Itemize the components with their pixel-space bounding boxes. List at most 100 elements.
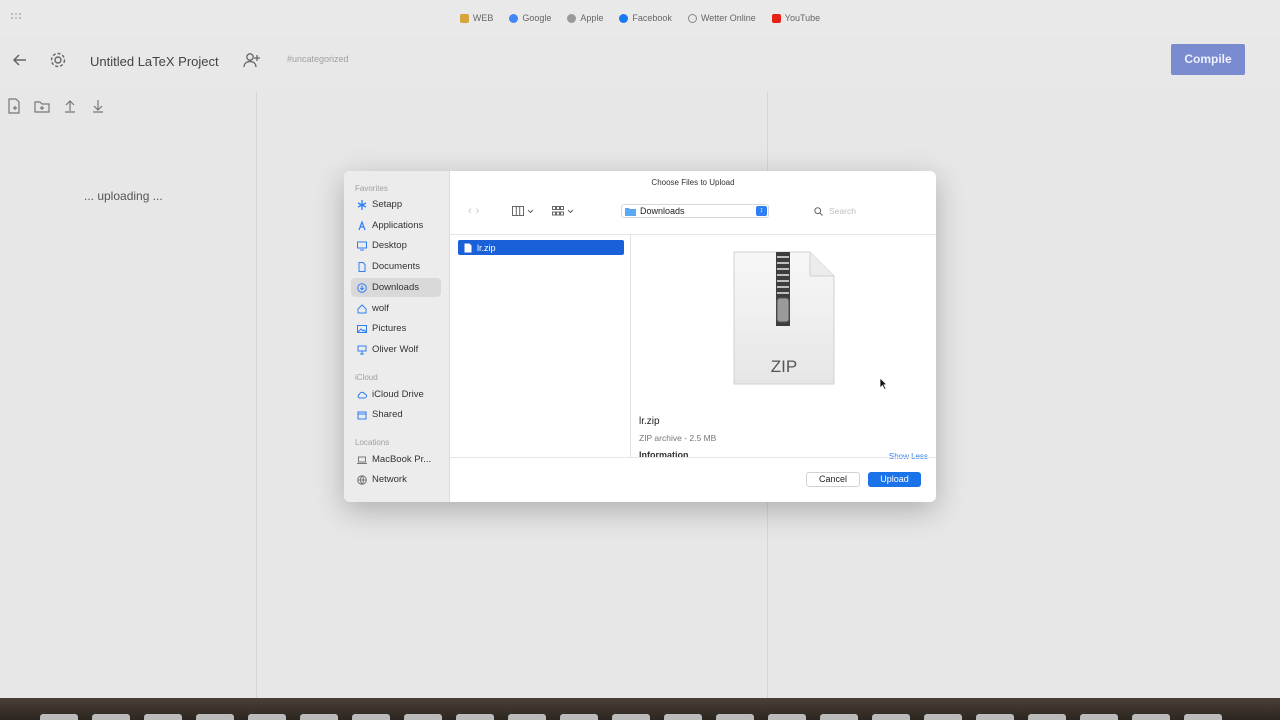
project-tag[interactable]: #uncategorized	[287, 54, 349, 64]
dock-item[interactable]	[352, 714, 390, 720]
facebook-icon	[619, 13, 629, 23]
dock-item[interactable]	[404, 714, 442, 720]
dock	[40, 714, 1240, 720]
dock-item[interactable]	[1184, 714, 1222, 720]
bookmark-web[interactable]: WEB	[459, 13, 493, 23]
upload-icon[interactable]	[61, 97, 79, 115]
dock-item[interactable]	[1132, 714, 1170, 720]
history-nav: ‹ ›	[468, 205, 479, 217]
sidebar-item-applications[interactable]: Applications	[351, 216, 441, 235]
shared-icon	[357, 411, 367, 419]
sidebar-item-downloads[interactable]: Downloads	[351, 278, 441, 297]
file-toolbar	[5, 97, 107, 115]
apps-grid-icon[interactable]	[11, 13, 21, 23]
dock-item[interactable]	[40, 714, 78, 720]
search-placeholder: Search	[829, 206, 856, 216]
sidebar-item-icloud-drive[interactable]: iCloud Drive	[351, 385, 441, 404]
dock-item[interactable]	[456, 714, 494, 720]
dock-item[interactable]	[196, 714, 234, 720]
dock-item[interactable]	[976, 714, 1014, 720]
bookmark-youtube[interactable]: YouTube	[771, 13, 820, 23]
pane-divider[interactable]	[256, 92, 257, 698]
compile-button[interactable]: Compile	[1171, 44, 1245, 75]
new-folder-icon[interactable]	[33, 97, 51, 115]
upload-status: ... uploading ...	[84, 189, 163, 203]
dock-item[interactable]	[820, 714, 858, 720]
documents-icon	[358, 261, 366, 272]
dock-item[interactable]	[1080, 714, 1118, 720]
back-chevron-icon[interactable]: ‹	[468, 205, 472, 217]
columns-icon	[512, 206, 524, 216]
pictures-icon	[357, 324, 367, 333]
file-preview: ZIP lr.zip ZIP archive - 2.5 MB Informat…	[632, 235, 936, 461]
gear-icon[interactable]	[48, 50, 68, 70]
download-icon[interactable]	[89, 97, 107, 115]
project-title[interactable]: Untitled LaTeX Project	[90, 54, 219, 69]
apple-icon	[567, 13, 577, 23]
laptop-icon	[357, 456, 367, 464]
location-value: Downloads	[640, 206, 685, 216]
dock-item[interactable]	[768, 714, 806, 720]
chevron-down-icon	[567, 209, 574, 213]
dock-item[interactable]	[872, 714, 910, 720]
icon-view-button[interactable]	[552, 204, 574, 218]
dock-item[interactable]	[716, 714, 754, 720]
bookmark-facebook[interactable]: Facebook	[619, 13, 672, 23]
dock-item[interactable]	[248, 714, 286, 720]
sidebar-item-setapp[interactable]: Setapp	[351, 195, 441, 214]
dock-item[interactable]	[300, 714, 338, 720]
zip-badge-label: ZIP	[770, 357, 798, 376]
sidebar-item-wolf[interactable]: wolf	[351, 299, 441, 318]
cancel-button[interactable]: Cancel	[806, 472, 860, 487]
dock-item[interactable]	[560, 714, 598, 720]
sidebar-item-shared[interactable]: Shared	[351, 405, 441, 424]
dock-item[interactable]	[144, 714, 182, 720]
bookmark-wetter-online[interactable]: Wetter Online	[687, 13, 756, 23]
dock-item[interactable]	[664, 714, 702, 720]
column-view-button[interactable]	[512, 204, 534, 218]
dock-item[interactable]	[508, 714, 546, 720]
sidebar-item-documents[interactable]: Documents	[351, 257, 441, 276]
back-arrow-icon[interactable]	[10, 50, 30, 70]
footer-divider	[450, 457, 936, 458]
upload-button[interactable]: Upload	[868, 472, 921, 487]
web-icon	[459, 13, 469, 23]
location-select[interactable]: Downloads ↕	[621, 204, 769, 218]
youtube-icon	[771, 13, 781, 23]
dock-item[interactable]	[924, 714, 962, 720]
folder-icon	[625, 207, 636, 216]
weather-icon	[687, 13, 697, 23]
dock-item[interactable]	[1028, 714, 1066, 720]
dialog-sidebar: Favorites Setapp Applications Desktop Do…	[344, 171, 450, 502]
search-icon	[814, 206, 823, 216]
icloud-heading: iCloud	[355, 373, 378, 382]
dock-item[interactable]	[612, 714, 650, 720]
search-field[interactable]: Search	[810, 204, 920, 218]
file-name: lr.zip	[477, 242, 496, 253]
add-collaborator-icon[interactable]	[242, 50, 262, 70]
sidebar-item-desktop[interactable]: Desktop	[351, 236, 441, 255]
file-icon	[464, 243, 472, 252]
dock-item[interactable]	[92, 714, 130, 720]
sidebar-item-oliver-wolf[interactable]: Oliver Wolf	[351, 340, 441, 359]
home-icon	[357, 303, 367, 313]
icloud-icon	[357, 391, 367, 398]
bookmark-google[interactable]: Google	[509, 13, 551, 23]
bookmarks-bar: WEB Google Apple Facebook Wetter Online …	[0, 0, 1280, 36]
chevron-down-icon	[527, 209, 534, 213]
bookmark-apple[interactable]: Apple	[567, 13, 603, 23]
forward-chevron-icon[interactable]: ›	[476, 205, 480, 217]
grid-view-icon	[552, 206, 564, 216]
applications-icon	[358, 220, 366, 230]
sidebar-item-macbook[interactable]: MacBook Pr...	[351, 450, 441, 469]
updown-arrows-icon: ↕	[756, 206, 767, 216]
new-file-icon[interactable]	[5, 97, 23, 115]
locations-heading: Locations	[355, 438, 390, 447]
sidebar-item-pictures[interactable]: Pictures	[351, 319, 441, 338]
sidebar-item-network[interactable]: Network	[351, 470, 441, 489]
google-icon	[509, 13, 519, 23]
file-row-selected[interactable]: lr.zip	[458, 240, 624, 255]
favorites-heading: Favorites	[355, 184, 388, 193]
downloads-icon	[357, 282, 367, 293]
setapp-icon	[357, 199, 367, 210]
